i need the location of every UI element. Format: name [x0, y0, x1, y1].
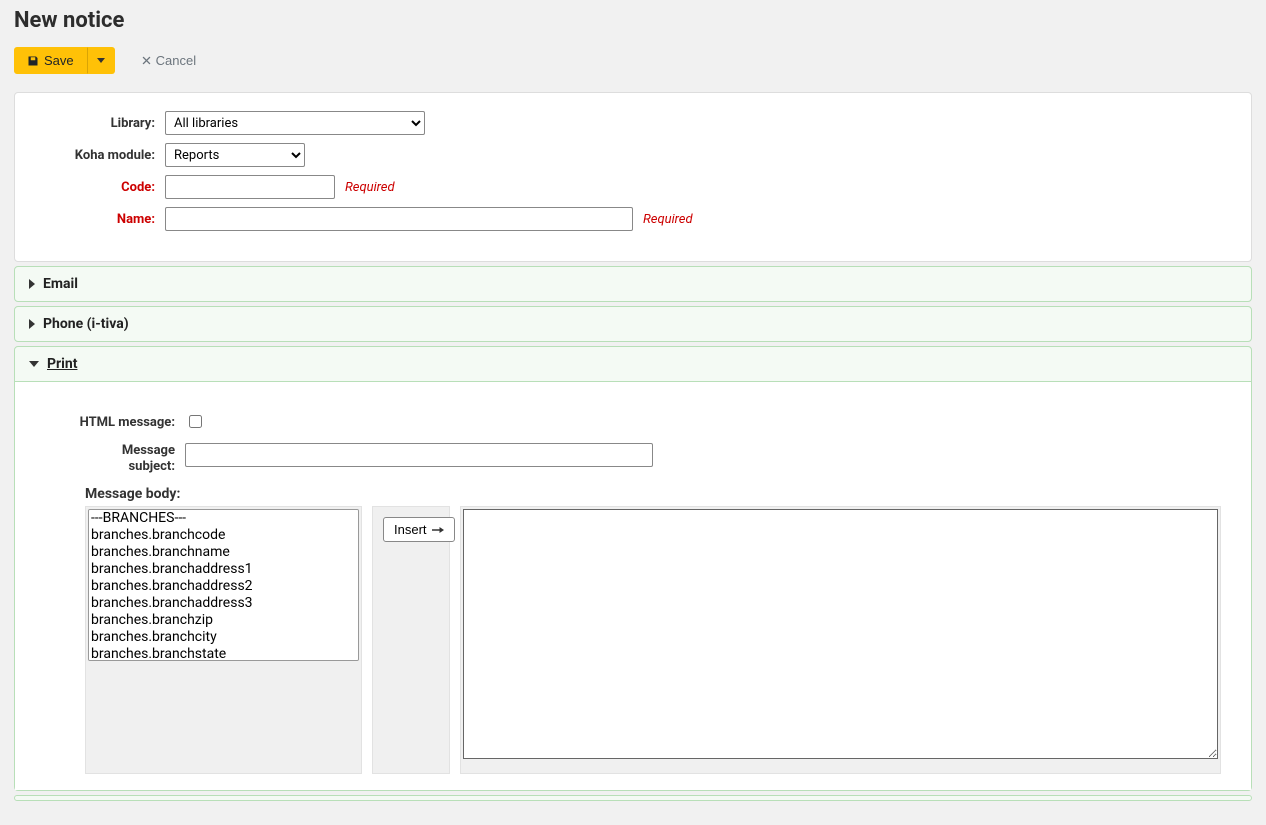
- module-label: Koha module:: [35, 148, 155, 163]
- field-list-option[interactable]: branches.branchcode: [89, 527, 358, 544]
- insert-button-label: Insert: [394, 522, 427, 537]
- html-message-label: HTML message:: [45, 412, 175, 430]
- accordion-print-title: Print: [47, 356, 77, 372]
- accordion-phone-title: Phone (i-tiva): [43, 316, 129, 332]
- code-required-hint: Required: [345, 180, 395, 195]
- chevron-right-icon: [29, 319, 35, 329]
- field-list-select[interactable]: ---BRANCHES---branches.branchcodebranche…: [88, 509, 359, 661]
- body-text-column: [460, 506, 1221, 774]
- field-list-column: ---BRANCHES---branches.branchcodebranche…: [85, 506, 362, 774]
- name-required-hint: Required: [643, 212, 693, 227]
- message-body-layout: ---BRANCHES---branches.branchcodebranche…: [85, 506, 1221, 774]
- accordion-next-peek: [14, 795, 1252, 801]
- page-title: New notice: [14, 8, 1252, 33]
- accordion-print-body: HTML message: Message subject: Message b…: [15, 381, 1251, 790]
- accordion-print: Print HTML message: Message subject: Mes…: [14, 346, 1252, 791]
- code-label: Code:: [35, 180, 155, 195]
- field-list-option[interactable]: branches.branchaddress2: [89, 578, 358, 595]
- accordion-email-title: Email: [43, 276, 78, 292]
- caret-down-icon: [97, 58, 105, 63]
- message-subject-input[interactable]: [185, 443, 653, 467]
- field-list-option[interactable]: ---BRANCHES---: [89, 510, 358, 527]
- field-list-option[interactable]: branches.branchaddress1: [89, 561, 358, 578]
- library-select[interactable]: All libraries: [165, 111, 425, 135]
- close-icon: [141, 55, 152, 66]
- field-list-option[interactable]: branches.branchzip: [89, 612, 358, 629]
- toolbar: Save Cancel: [14, 47, 1252, 74]
- name-label: Name:: [35, 212, 155, 227]
- accordion-email: Email: [14, 266, 1252, 302]
- name-input[interactable]: [165, 207, 633, 231]
- message-body-textarea[interactable]: [463, 509, 1218, 759]
- save-button[interactable]: Save: [14, 47, 87, 74]
- library-label: Library:: [35, 116, 155, 131]
- save-button-label: Save: [44, 53, 74, 68]
- message-body-label: Message body:: [85, 486, 1221, 502]
- module-select[interactable]: Reports: [165, 143, 305, 167]
- insert-button[interactable]: Insert: [383, 517, 455, 542]
- html-message-checkbox[interactable]: [189, 415, 202, 428]
- accordion-phone-header[interactable]: Phone (i-tiva): [15, 307, 1251, 341]
- field-list-option[interactable]: branches.branchaddress3: [89, 595, 358, 612]
- save-icon: [27, 55, 39, 67]
- save-dropdown-toggle[interactable]: [87, 47, 115, 74]
- notice-basic-fieldset: Library: All libraries Koha module: Repo…: [14, 92, 1252, 262]
- message-subject-label: Message subject:: [45, 443, 175, 474]
- insert-column: Insert: [372, 506, 450, 774]
- cancel-button-label: Cancel: [156, 53, 196, 68]
- accordion-print-header[interactable]: Print: [15, 347, 1251, 381]
- accordion-phone: Phone (i-tiva): [14, 306, 1252, 342]
- field-list-option[interactable]: branches.branchstate: [89, 646, 358, 661]
- chevron-right-icon: [29, 279, 35, 289]
- field-list-option[interactable]: branches.branchcity: [89, 629, 358, 646]
- code-input[interactable]: [165, 175, 335, 199]
- chevron-down-icon: [29, 361, 39, 367]
- save-button-group: Save: [14, 47, 115, 74]
- field-list-option[interactable]: branches.branchname: [89, 544, 358, 561]
- cancel-button[interactable]: Cancel: [131, 48, 206, 73]
- arrow-right-icon: [432, 525, 444, 535]
- accordion-email-header[interactable]: Email: [15, 267, 1251, 301]
